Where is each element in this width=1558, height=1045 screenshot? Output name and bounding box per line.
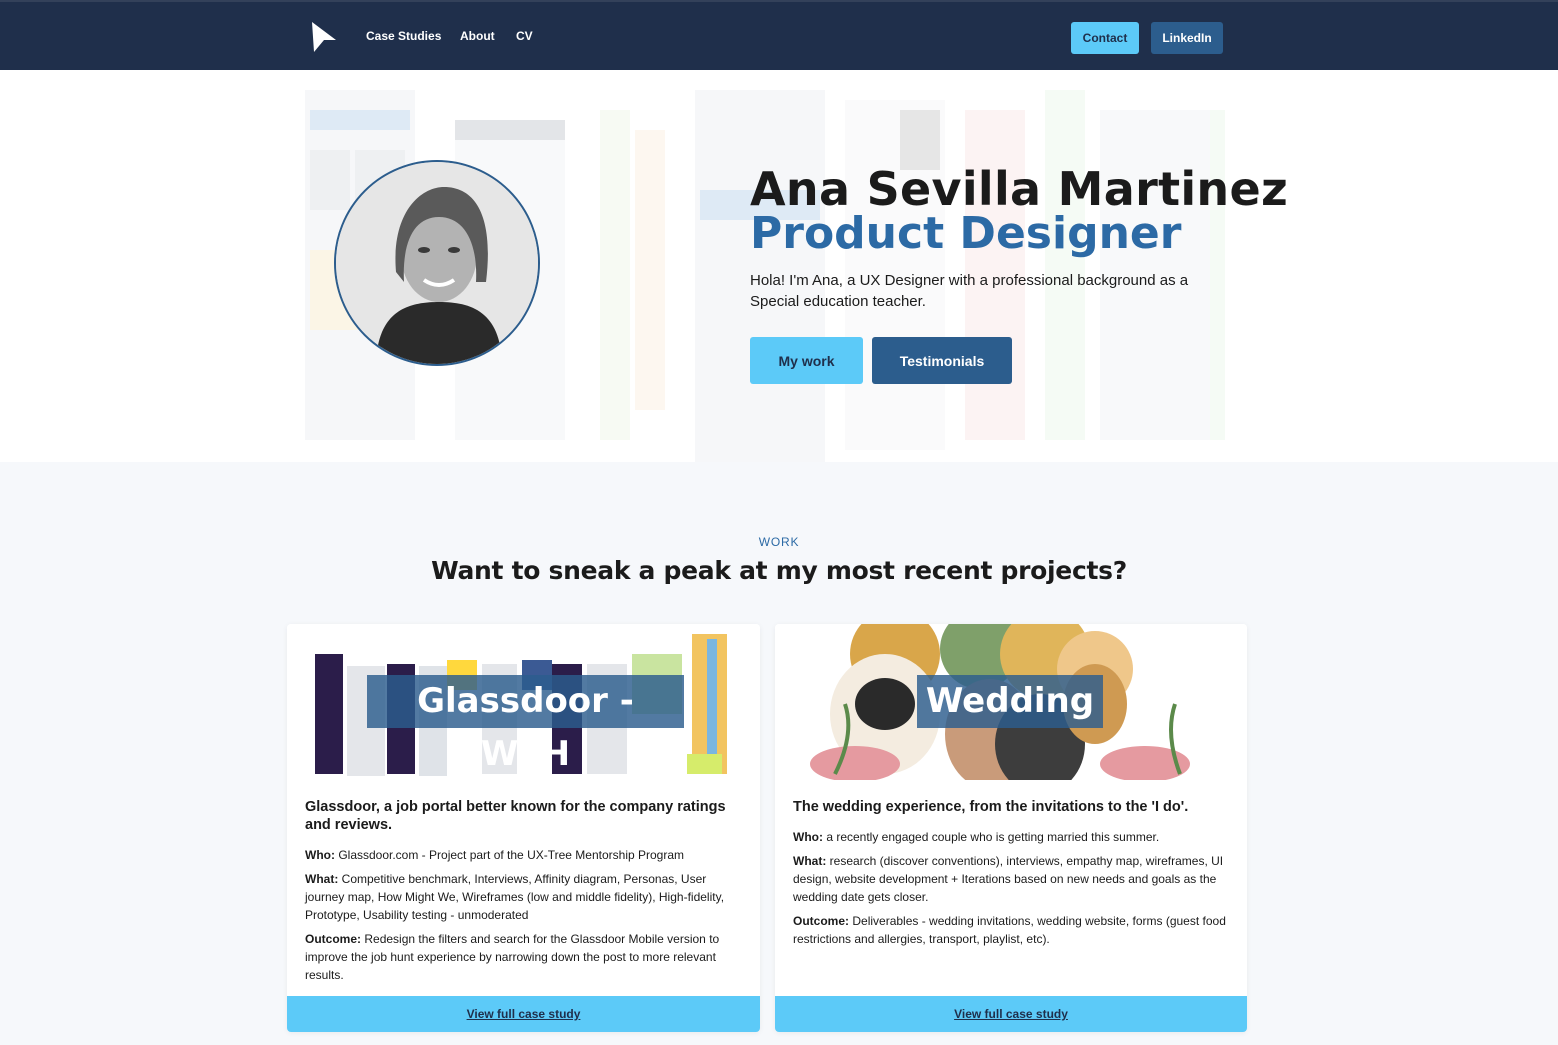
card-who: Who: a recently engaged couple who is ge… [793, 830, 1160, 844]
card-headline: The wedding experience, from the invitat… [793, 799, 1189, 815]
card-footer: View full case study [287, 996, 760, 1032]
cursor-arrow-logo-icon[interactable] [310, 20, 338, 54]
card-headline: Glassdoor, a job portal better known for… [305, 799, 726, 833]
profile-photo-avatar [334, 160, 540, 366]
view-case-study-link-wedding[interactable]: View full case study [954, 1007, 1068, 1021]
card-image-glassdoor: Glassdoor - WFH [287, 624, 760, 780]
nav-link-case-studies[interactable]: Case Studies [366, 29, 441, 43]
work-section-title: Want to sneak a peak at my most recent p… [431, 556, 1127, 585]
case-study-card-wedding: Wedding The wedding experience, from the… [775, 624, 1247, 1032]
hero-section: Ana Sevilla Martinez Product Designer Ho… [0, 70, 1558, 462]
hero-role-heading: Product Designer [750, 208, 1182, 259]
top-navbar: Case Studies About CV Contact LinkedIn [0, 0, 1558, 70]
card-image-wedding: Wedding [775, 624, 1247, 780]
contact-button[interactable]: Contact [1071, 22, 1139, 54]
card-outcome: Outcome: Redesign the filters and search… [305, 932, 720, 982]
card-tag-glassdoor: Glassdoor - WFH [367, 675, 684, 774]
nav-link-cv[interactable]: CV [516, 29, 533, 43]
view-case-study-link-glassdoor[interactable]: View full case study [467, 1007, 581, 1021]
linkedin-button[interactable]: LinkedIn [1151, 22, 1223, 54]
hero-intro-text: Hola! I'm Ana, a UX Designer with a prof… [750, 272, 1189, 310]
card-who: Who: Glassdoor.com - Project part of the… [305, 848, 685, 862]
card-tag-wedding: Wedding [917, 675, 1103, 728]
nav-link-about[interactable]: About [460, 29, 495, 43]
card-what: What: Competitive benchmark, Interviews,… [305, 872, 725, 922]
case-study-card-glassdoor: Glassdoor - WFH Glassdoor, a job portal … [287, 624, 760, 1032]
card-footer: View full case study [775, 996, 1247, 1032]
testimonials-button[interactable]: Testimonials [872, 337, 1012, 384]
card-outcome: Outcome: Deliverables - wedding invitati… [793, 914, 1226, 946]
card-what: What: research (discover conventions), i… [793, 854, 1224, 904]
work-section-eyebrow: WORK [758, 535, 800, 549]
my-work-button[interactable]: My work [750, 337, 863, 384]
